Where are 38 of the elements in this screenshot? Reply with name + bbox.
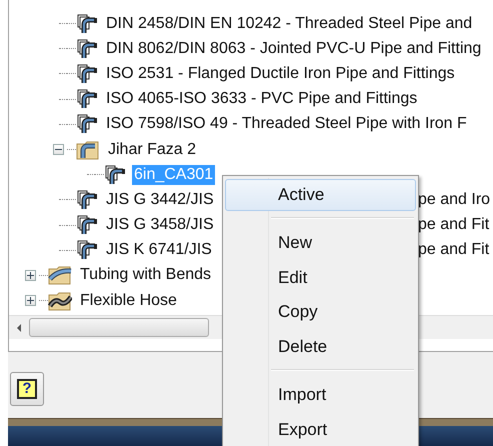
pipe-fitting-icon bbox=[76, 12, 98, 35]
scroll-left-icon[interactable] bbox=[17, 324, 21, 332]
pipe-fitting-icon bbox=[76, 214, 98, 236]
tree-item[interactable]: JIS G 3442/JIS bbox=[104, 190, 216, 210]
tree-item[interactable]: ISO 2531 - Flanged Ductile Iron Pipe and Fittings bbox=[104, 64, 457, 84]
scrollbar-thumb[interactable] bbox=[29, 318, 209, 338]
folder-elbow-icon bbox=[76, 138, 100, 161]
menu-item[interactable]: Active bbox=[225, 179, 416, 211]
pipe-fitting-icon bbox=[76, 239, 98, 262]
help-button[interactable]: ? bbox=[10, 372, 44, 406]
menu-item[interactable]: Delete bbox=[225, 328, 416, 363]
tree-item-text: pe and Iro bbox=[418, 190, 492, 209]
pipe-fitting-icon bbox=[104, 164, 126, 186]
tree-item[interactable]: JIS K 6741/JIS bbox=[104, 240, 214, 260]
tree-item[interactable]: DIN 2458/DIN EN 10242 - Threaded Steel Pipe and bbox=[104, 14, 474, 34]
tree-item[interactable]: JIS G 3458/JIS bbox=[104, 215, 216, 236]
pipe-fitting-icon bbox=[76, 188, 98, 211]
tree-item[interactable]: Tubing with Bends bbox=[78, 265, 214, 286]
menu-item[interactable]: Export bbox=[225, 412, 416, 446]
menu-item[interactable]: Copy bbox=[225, 294, 416, 328]
menu-item[interactable]: Edit bbox=[225, 260, 416, 294]
pipe-fitting-icon bbox=[76, 38, 98, 60]
tree-item-text: pe and Fit bbox=[418, 241, 490, 260]
folder-tube-icon bbox=[48, 264, 72, 286]
pipe-fitting-icon bbox=[76, 88, 98, 110]
menu-item[interactable]: Import bbox=[225, 377, 416, 412]
collapse-icon[interactable] bbox=[53, 144, 64, 156]
expand-icon[interactable] bbox=[25, 270, 36, 281]
tree-item[interactable]: ISO 4065-ISO 3633 - PVC Pipe and Fittings bbox=[104, 89, 420, 110]
pipe-fitting-icon bbox=[76, 113, 98, 136]
tree-item[interactable]: DIN 8062/DIN 8063 - Jointed PVC-U Pipe and Fitting bbox=[104, 38, 484, 59]
tree-item[interactable]: Flexible Hose bbox=[78, 290, 179, 311]
expand-icon[interactable] bbox=[25, 295, 36, 306]
tree-item[interactable]: Jihar Faza 2 bbox=[106, 140, 198, 160]
pipe-fitting-icon bbox=[76, 62, 98, 85]
tree-item-text: pe and Fit bbox=[418, 216, 490, 234]
menu-item[interactable]: New bbox=[225, 225, 416, 260]
tree-item[interactable]: ISO 7598/ISO 49 - Threaded Steel Pipe with Iron F bbox=[104, 114, 469, 134]
